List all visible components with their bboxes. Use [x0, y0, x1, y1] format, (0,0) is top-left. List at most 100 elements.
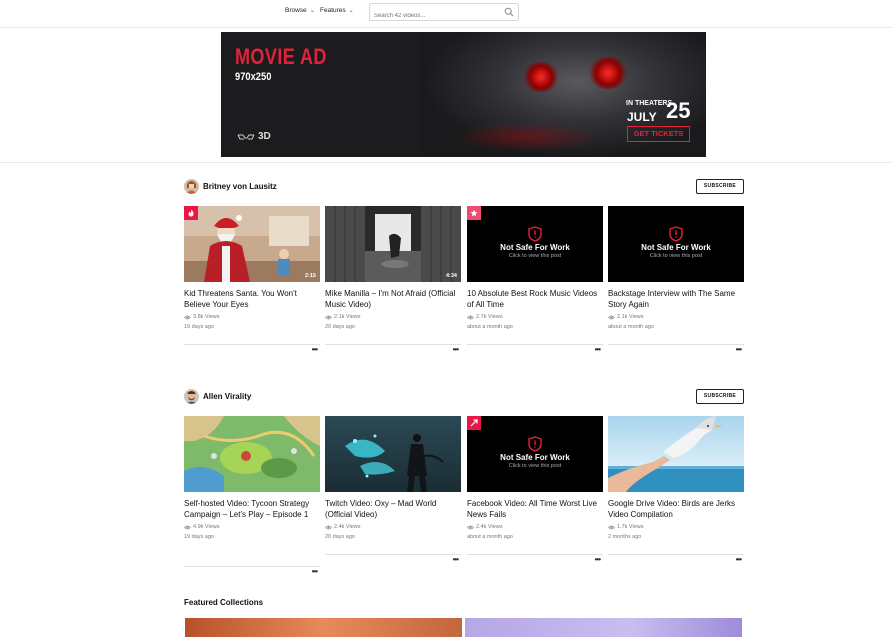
avatar[interactable] — [184, 389, 199, 404]
top-navigation-bar: Browse ⌄ Features ⌄ — [0, 0, 892, 26]
more-options-icon[interactable]: ••• — [595, 555, 601, 564]
header-divider — [0, 27, 892, 28]
ad-eye-left — [521, 62, 561, 92]
more-options-icon[interactable]: ••• — [595, 345, 601, 354]
views-count: 4.9k Views — [193, 524, 220, 530]
channel-name[interactable]: Britney von Lausitz — [203, 182, 277, 191]
views-count: 1.7k Views — [617, 524, 644, 530]
more-options-icon[interactable]: ••• — [736, 345, 742, 354]
nsfw-thumbnail[interactable]: Not Safe For Work Click to view this pos… — [467, 206, 603, 282]
video-views: 2.4k Views — [325, 524, 461, 530]
channel-header: Britney von Lausitz SUBSCRIBE — [184, 179, 744, 195]
video-title[interactable]: Facebook Video: All Time Worst Live News… — [467, 498, 603, 520]
more-options-icon[interactable]: ••• — [736, 555, 742, 564]
hot-badge-icon — [184, 206, 198, 220]
video-views: 4.9k Views — [184, 524, 320, 530]
video-thumbnail[interactable] — [325, 416, 461, 492]
ad-divider — [0, 162, 892, 163]
trending-badge-icon — [467, 416, 481, 430]
ad-3d-label: 3D — [237, 131, 271, 142]
eye-icon — [467, 525, 474, 529]
nsfw-subtitle: Click to view this post — [508, 463, 562, 469]
video-title[interactable]: Twitch Video: Oxy – Mad World (Official … — [325, 498, 461, 520]
more-options-icon[interactable]: ••• — [453, 345, 459, 354]
ad-month-label: JULY — [627, 110, 657, 124]
card-divider — [184, 344, 320, 345]
video-card[interactable]: Self-hosted Video: Tycoon Strategy Campa… — [184, 416, 320, 576]
video-age: 19 days ago — [184, 534, 214, 540]
shield-icon — [528, 226, 542, 242]
video-age: 20 days ago — [325, 324, 355, 330]
collection-card[interactable] — [185, 618, 462, 637]
video-card[interactable]: Google Drive Video: Birds are Jerks Vide… — [608, 416, 744, 564]
shield-icon — [528, 436, 542, 452]
browse-menu[interactable]: Browse ⌄ — [285, 7, 315, 14]
ad-size: 970x250 — [235, 71, 272, 83]
search-input[interactable] — [370, 8, 495, 24]
nsfw-thumbnail[interactable]: Not Safe For Work Click to view this pos… — [467, 416, 603, 492]
video-age: 2 months ago — [608, 534, 642, 540]
card-divider — [184, 566, 320, 567]
video-title[interactable]: Self-hosted Video: Tycoon Strategy Campa… — [184, 498, 320, 520]
eye-icon — [325, 315, 332, 319]
video-views: 1.7k Views — [608, 524, 744, 530]
chevron-down-icon: ⌄ — [348, 8, 354, 14]
views-count: 2.4k Views — [334, 524, 361, 530]
channel-section: Allen Virality SUBSCRIBE Self-hosted Vid… — [184, 389, 744, 576]
more-options-icon[interactable]: ••• — [453, 555, 459, 564]
video-views: 2.7k Views — [467, 314, 603, 320]
nsfw-subtitle: Click to view this post — [649, 253, 703, 259]
3d-glasses-icon — [237, 134, 255, 139]
features-menu[interactable]: Features ⌄ — [320, 7, 354, 14]
video-views: 2.4k Views — [467, 524, 603, 530]
eye-icon — [608, 525, 615, 529]
video-age: about a month ago — [467, 324, 513, 330]
subscribe-button[interactable]: SUBSCRIBE — [696, 179, 744, 194]
video-card[interactable]: Not Safe For Work Click to view this pos… — [467, 206, 603, 354]
nsfw-thumbnail[interactable]: Not Safe For Work Click to view this pos… — [608, 206, 744, 282]
video-title[interactable]: Backstage Interview with The Same Story … — [608, 288, 744, 310]
video-title[interactable]: Google Drive Video: Birds are Jerks Vide… — [608, 498, 744, 520]
video-age: about a month ago — [608, 324, 654, 330]
video-duration: 4:34 — [445, 273, 457, 279]
collection-card[interactable] — [465, 618, 742, 637]
channel-name[interactable]: Allen Virality — [203, 392, 251, 401]
video-thumbnail[interactable] — [608, 416, 744, 492]
card-divider — [608, 344, 744, 345]
eye-icon — [184, 525, 191, 529]
search-icon[interactable] — [504, 7, 514, 17]
video-thumbnail[interactable]: 2:15 — [184, 206, 320, 282]
nsfw-title: Not Safe For Work — [500, 453, 570, 462]
video-card[interactable]: 2:15 Kid Threatens Santa. You Won't Beli… — [184, 206, 320, 354]
subscribe-button[interactable]: SUBSCRIBE — [696, 389, 744, 404]
star-badge-icon — [467, 206, 481, 220]
video-thumbnail[interactable] — [184, 416, 320, 492]
video-thumbnail[interactable]: 4:34 — [325, 206, 461, 282]
views-count: 2.1k Views — [334, 314, 361, 320]
views-count: 2.4k Views — [476, 524, 503, 530]
video-card[interactable]: Not Safe For Work Click to view this pos… — [467, 416, 603, 564]
ad-glow — [451, 122, 601, 152]
video-card[interactable]: Twitch Video: Oxy – Mad World (Official … — [325, 416, 461, 564]
nsfw-title: Not Safe For Work — [500, 243, 570, 252]
video-age: 19 days ago — [184, 324, 214, 330]
video-title[interactable]: Mike Manilla – I'm Not Afraid (Official … — [325, 288, 461, 310]
video-views: 2.1k Views — [608, 314, 744, 320]
more-options-icon[interactable]: ••• — [312, 345, 318, 354]
eye-icon — [608, 315, 615, 319]
get-tickets-button[interactable]: GET TICKETS — [627, 126, 690, 142]
video-card[interactable]: Not Safe For Work Click to view this pos… — [608, 206, 744, 354]
video-card[interactable]: 4:34 Mike Manilla – I'm Not Afraid (Offi… — [325, 206, 461, 354]
video-title[interactable]: 10 Absolute Best Rock Music Videos of Al… — [467, 288, 603, 310]
channel-section: Britney von Lausitz SUBSCRIBE 2:15 Kid T… — [184, 179, 744, 354]
card-divider — [467, 344, 603, 345]
features-label: Features — [320, 7, 346, 14]
movie-ad-banner[interactable]: MOVIE AD 970x250 3D IN THEATERS JULY 25 … — [221, 32, 706, 157]
video-duration: 2:15 — [304, 273, 316, 279]
more-options-icon[interactable]: ••• — [312, 567, 318, 576]
eye-icon — [325, 525, 332, 529]
ad-eye-right — [586, 57, 630, 89]
video-age: 20 days ago — [325, 534, 355, 540]
video-title[interactable]: Kid Threatens Santa. You Won't Believe Y… — [184, 288, 320, 310]
avatar[interactable] — [184, 179, 199, 194]
